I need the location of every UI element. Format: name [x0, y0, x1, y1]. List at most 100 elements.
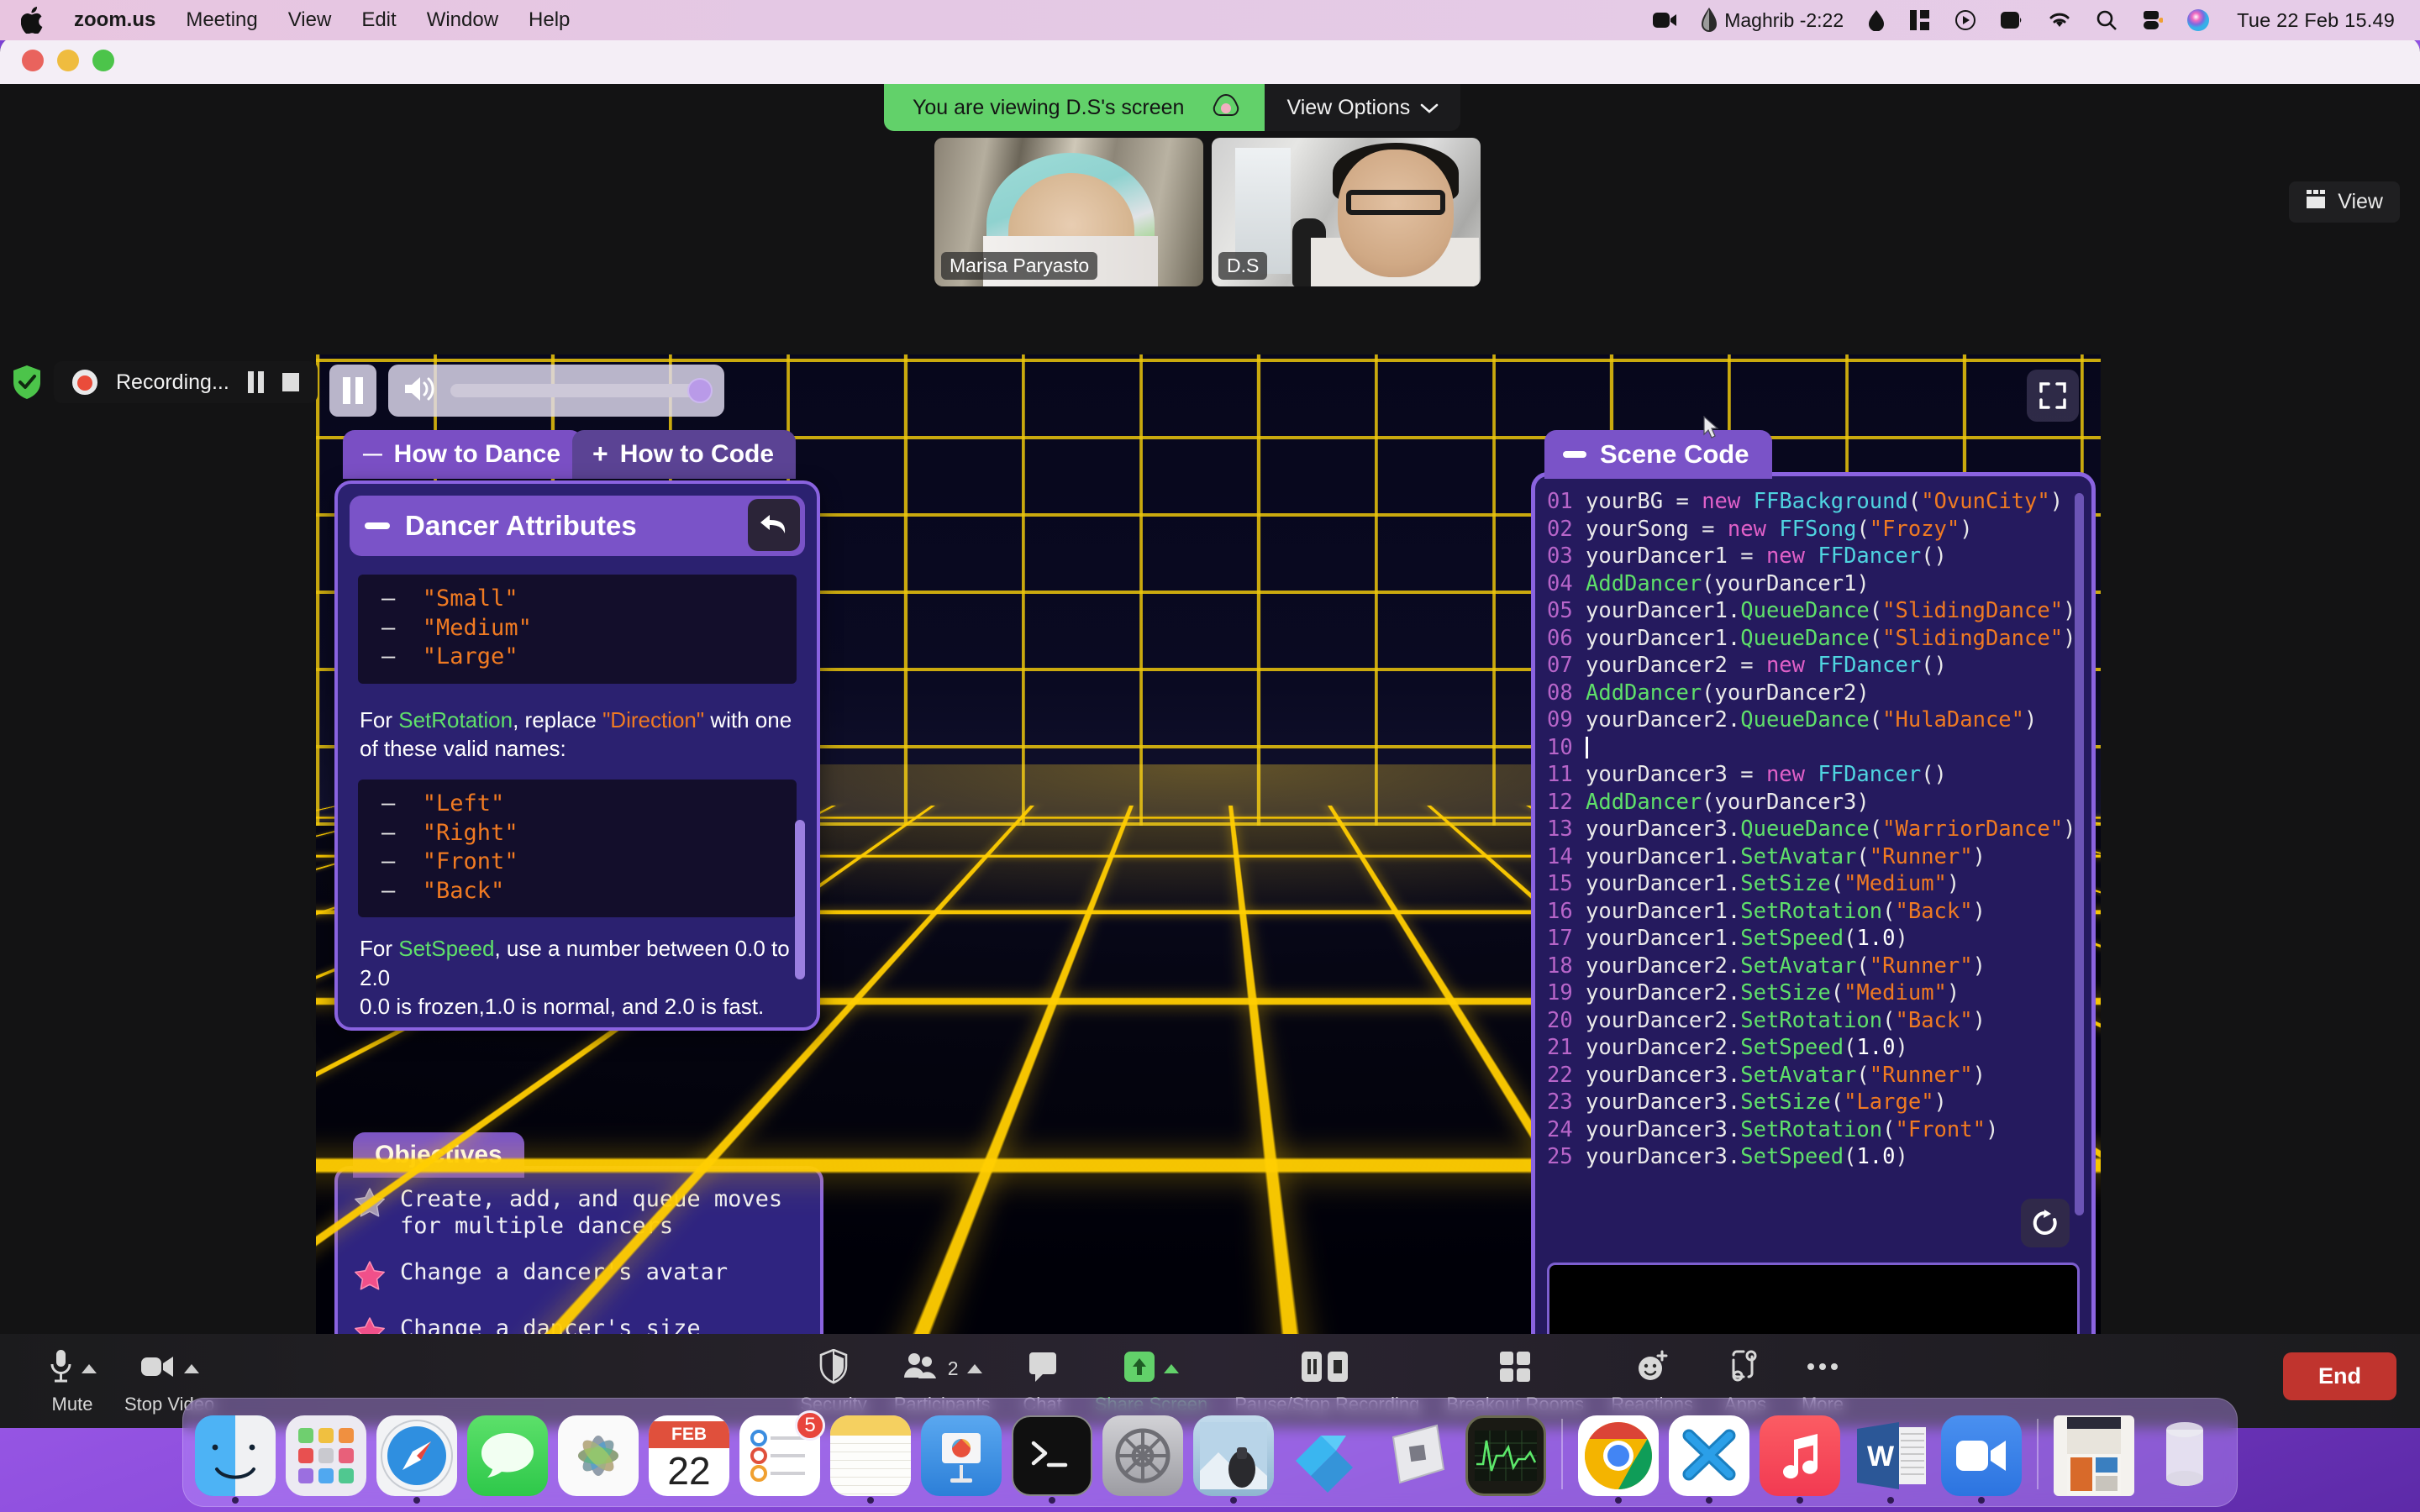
menubar-clock[interactable]: Tue 22 Feb 15.49 — [2222, 9, 2400, 32]
view-options-button[interactable]: View Options — [1265, 84, 1461, 131]
dock-item-system-preferences[interactable] — [1102, 1415, 1183, 1496]
code-line[interactable]: 20 yourDancer2.SetRotation("Back") — [1547, 1007, 2081, 1035]
code-line[interactable]: 06 yourDancer1.QueueDance("SlidingDance") — [1547, 625, 2081, 653]
window-minimize-button[interactable] — [57, 50, 79, 71]
code-line[interactable]: 15 yourDancer1.SetSize("Medium") — [1547, 870, 2081, 898]
dock-item-app-store-photos[interactable] — [1193, 1415, 1274, 1504]
launchpad-icon — [286, 1415, 366, 1496]
code-line[interactable]: 22 yourDancer3.SetAvatar("Runner") — [1547, 1062, 2081, 1089]
menubar-droplet-icon[interactable] — [1855, 9, 1897, 31]
dock-item-roblox-studio[interactable] — [1375, 1415, 1455, 1496]
end-meeting-button[interactable]: End — [2283, 1352, 2396, 1400]
menubar-control-center-icon[interactable] — [2129, 9, 2175, 31]
tab-how-to-code[interactable]: + How to Code — [572, 430, 797, 479]
menubar-prayer-time-item[interactable]: Maghrib -2:22 — [1689, 8, 1855, 33]
window-maximize-button[interactable] — [92, 50, 114, 71]
dock-item-chrome[interactable] — [1578, 1415, 1659, 1504]
dock-item-word[interactable]: W — [1850, 1415, 1931, 1504]
dock-item-messages[interactable] — [467, 1415, 548, 1496]
shield-check-icon[interactable] — [10, 364, 44, 401]
tab-how-to-dance[interactable]: ─ How to Dance — [343, 430, 583, 479]
dock-item-keynote[interactable] — [921, 1415, 1002, 1496]
dock-item-blender[interactable] — [1284, 1415, 1365, 1496]
code-scrollbar[interactable] — [2075, 493, 2084, 1215]
chevron-up-icon[interactable] — [183, 1363, 199, 1373]
volume-control[interactable] — [388, 365, 724, 417]
dock-item-trash[interactable] — [2144, 1415, 2225, 1496]
pause-icon[interactable] — [329, 365, 376, 417]
menubar-stats-icon[interactable] — [1897, 9, 1943, 31]
code-line[interactable]: 16 yourDancer1.SetRotation("Back") — [1547, 898, 2081, 926]
chevron-up-icon[interactable] — [966, 1363, 982, 1373]
minimize-icon[interactable] — [1563, 451, 1586, 458]
view-button[interactable]: View — [2289, 181, 2400, 223]
scene-code-editor[interactable]: 01 yourBG = new FFBackground("OvunCity") 0… — [1547, 488, 2081, 1171]
dock-item-calendar[interactable]: FEB 22 — [649, 1415, 729, 1496]
menubar-siri-icon[interactable] — [2175, 8, 2222, 32]
dock-item-notes[interactable] — [830, 1415, 911, 1504]
dock-item-music[interactable] — [1760, 1415, 1840, 1504]
stop-icon[interactable] — [281, 373, 299, 391]
volume-slider-knob[interactable] — [687, 378, 713, 403]
dock-item-reminders[interactable]: 5 — [739, 1410, 825, 1496]
participant-video-tile[interactable]: Marisa Paryasto — [934, 138, 1203, 286]
dock-item-launchpad[interactable] — [286, 1415, 366, 1496]
menu-app-name[interactable]: zoom.us — [59, 8, 171, 32]
dock-item-activity-monitor[interactable] — [1465, 1415, 1546, 1496]
code-line[interactable]: 24 yourDancer3.SetRotation("Front") — [1547, 1116, 2081, 1144]
pause-icon[interactable] — [247, 371, 264, 393]
calendar-month: FEB — [649, 1421, 729, 1448]
menu-item-edit[interactable]: Edit — [346, 8, 411, 32]
code-line[interactable]: 11 yourDancer3 = new FFDancer() — [1547, 761, 2081, 789]
code-line[interactable]: 02 yourSong = new FFSong("Frozy") — [1547, 516, 2081, 543]
dock-item-safari[interactable] — [376, 1415, 457, 1504]
participant-video-tile[interactable]: D.S — [1212, 138, 1481, 286]
code-line[interactable]: 12 AddDancer(yourDancer3) — [1547, 789, 2081, 816]
minimize-icon[interactable] — [365, 522, 390, 529]
code-line[interactable]: 09 yourDancer2.QueueDance("HulaDance") — [1547, 706, 2081, 734]
menubar-camera-icon[interactable] — [1640, 11, 1689, 29]
scene-code-tab[interactable]: Scene Code — [1544, 430, 1773, 479]
toolbar-mute-button[interactable]: Mute — [34, 1347, 111, 1415]
apple-logo-icon[interactable] — [17, 2, 47, 39]
fullscreen-icon[interactable] — [2027, 370, 2079, 422]
chevron-up-icon[interactable] — [1163, 1363, 1179, 1373]
code-line[interactable]: 01 yourBG = new FFBackground("OvunCity") — [1547, 488, 2081, 516]
code-line[interactable]: 10 — [1547, 734, 2081, 762]
code-line[interactable]: 17 yourDancer1.SetSpeed(1.0) — [1547, 925, 2081, 953]
menu-item-help[interactable]: Help — [513, 8, 585, 32]
code-line[interactable]: 14 yourDancer1.SetAvatar("Runner") — [1547, 843, 2081, 871]
code-line[interactable]: 23 yourDancer3.SetSize("Large") — [1547, 1089, 2081, 1116]
dock-item-terminal[interactable] — [1012, 1415, 1092, 1504]
dock-item-zoom[interactable] — [1941, 1415, 2022, 1504]
chevron-up-icon[interactable] — [82, 1363, 97, 1373]
attributes-scrollbar[interactable] — [795, 820, 805, 979]
volume-slider[interactable] — [450, 378, 713, 403]
code-line[interactable]: 03 yourDancer1 = new FFDancer() — [1547, 543, 2081, 570]
recording-pill[interactable]: Recording... — [54, 361, 318, 403]
objectives-tab[interactable]: Objectives — [353, 1132, 524, 1178]
code-line[interactable]: 05 yourDancer1.QueueDance("SlidingDance") — [1547, 597, 2081, 625]
window-close-button[interactable] — [22, 50, 44, 71]
code-line[interactable]: 07 yourDancer2 = new FFDancer() — [1547, 652, 2081, 680]
dock-item-finder[interactable] — [195, 1415, 276, 1504]
refresh-icon[interactable] — [2021, 1199, 2070, 1247]
code-line[interactable]: 08 AddDancer(yourDancer2) — [1547, 680, 2081, 707]
menu-item-view[interactable]: View — [273, 8, 347, 32]
menubar-display-icon[interactable] — [1988, 9, 2035, 31]
menubar-search-icon[interactable] — [2084, 9, 2129, 31]
code-line[interactable]: 25 yourDancer3.SetSpeed(1.0) — [1547, 1143, 2081, 1171]
menubar-wifi-icon[interactable] — [2035, 10, 2084, 30]
code-line[interactable]: 21 yourDancer2.SetSpeed(1.0) — [1547, 1034, 2081, 1062]
code-line[interactable]: 13 yourDancer3.QueueDance("WarriorDance") — [1547, 816, 2081, 843]
code-line[interactable]: 04 AddDancer(yourDancer1) — [1547, 570, 2081, 598]
menu-item-meeting[interactable]: Meeting — [171, 8, 272, 32]
dock-item-document-preview[interactable] — [2054, 1415, 2134, 1496]
code-line[interactable]: 19 yourDancer2.SetSize("Medium") — [1547, 979, 2081, 1007]
menubar-media-play-icon[interactable] — [1943, 9, 1988, 31]
dock-item-photos[interactable] — [558, 1415, 639, 1496]
undo-arrow-icon[interactable] — [748, 499, 800, 551]
dock-item-vscode[interactable] — [1669, 1415, 1749, 1504]
menu-item-window[interactable]: Window — [412, 8, 513, 32]
code-line[interactable]: 18 yourDancer2.SetAvatar("Runner") — [1547, 953, 2081, 980]
